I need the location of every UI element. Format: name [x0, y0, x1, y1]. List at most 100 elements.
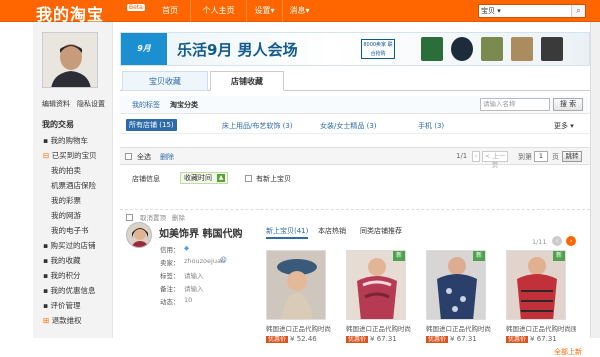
tag-input[interactable]: 请输入: [184, 270, 204, 280]
product-photo-scarf: [347, 251, 405, 319]
sidebar-item-lottery[interactable]: 我的彩票: [51, 195, 81, 206]
shop-search-button[interactable]: 搜 索: [553, 98, 583, 111]
search-icon[interactable]: ⌕: [571, 5, 585, 17]
tab-hot-items[interactable]: 本店热销: [318, 226, 346, 236]
sidebar-item-travel[interactable]: 机票酒店保险: [51, 180, 96, 191]
sidebar-item-cart[interactable]: ▪ 我的购物车: [43, 135, 88, 146]
category-all[interactable]: 所有店铺 (15): [126, 119, 177, 131]
shop-checkbox[interactable]: [126, 214, 133, 221]
sidebar-item-points[interactable]: ▪ 我的积分: [43, 270, 80, 281]
sidebar-item-ebooks[interactable]: 我的电子书: [51, 225, 89, 236]
activity-value: 10: [184, 296, 193, 304]
seller-label: 卖家：: [160, 259, 180, 267]
new-badge: 新: [393, 251, 405, 261]
category-bedding[interactable]: 床上用品/布艺软饰 (3): [222, 121, 293, 131]
sidebar-item-label: 我的购物车: [50, 136, 88, 145]
price-value: ¥ 52.46: [290, 335, 317, 343]
main-content: 9月 乐活9月 男人会场 8000卖家 联合抢购 宝贝收藏 店铺收藏 我的标签 …: [120, 22, 600, 356]
sidebar-item-bought[interactable]: ⊟ 已买到的宝贝: [43, 150, 97, 161]
product-page-indicator: 1/11: [532, 238, 547, 246]
nav-settings[interactable]: 设置▾: [246, 0, 282, 22]
product-price: 优惠价 ¥ 67.31: [506, 334, 557, 343]
prev-page-button[interactable]: < 上一页: [482, 151, 508, 169]
tab-shop-favorites[interactable]: 店铺收藏: [210, 71, 284, 91]
product-image[interactable]: [266, 250, 326, 320]
product-desc[interactable]: 韩国进口正品代购时尚: [426, 323, 496, 333]
sidebar-item-auction[interactable]: 我的拍卖: [51, 165, 81, 176]
shop-name[interactable]: 如美饰界 韩国代购: [159, 225, 242, 240]
subtab-my-tags[interactable]: 我的标签: [132, 100, 160, 110]
sidebar-item-label: 我的收藏: [50, 256, 81, 265]
prev-products-icon[interactable]: ‹: [552, 236, 562, 246]
list-toolbar: 全选 删除 1/1 ‹ < 上一页 到第 1 页 跳转: [120, 147, 590, 169]
tab-new-items[interactable]: 新上宝贝(41): [266, 226, 309, 239]
product-image[interactable]: 新: [426, 250, 486, 320]
seller-name[interactable]: zhouzoejuan: [184, 257, 225, 265]
page-info: 1/1: [456, 152, 468, 160]
search-scope-select[interactable]: 宝贝 ▾: [481, 6, 501, 16]
delete-shop-link[interactable]: 删除: [172, 212, 185, 222]
banner-product-pants-icon: [511, 37, 533, 61]
wangwang-chat-icon[interactable]: ☺: [220, 256, 227, 264]
price-tag-badge: 优惠价: [506, 336, 529, 343]
search-input[interactable]: 宝贝 ▾ ⌕: [478, 4, 586, 18]
category-row: 所有店铺 (15) 床上用品/布艺软饰 (3) 女装/女士精品 (3) 手机 (…: [120, 118, 590, 134]
go-button[interactable]: 跳转: [562, 151, 582, 162]
sidebar-item-favorites[interactable]: ▪ 我的收藏: [43, 255, 80, 266]
banner-product-shoe-icon: [421, 37, 443, 61]
shop-avatar[interactable]: [126, 222, 152, 248]
sidebar-item-shops-bought[interactable]: ▪ 购买过的店铺: [43, 240, 95, 251]
privacy-settings-link[interactable]: 隐私设置: [77, 99, 105, 109]
new-badge: 新: [553, 251, 565, 261]
next-products-icon[interactable]: ›: [566, 236, 576, 246]
category-womens[interactable]: 女装/女士精品 (3): [320, 121, 377, 131]
tab-item-favorites[interactable]: 宝贝收藏: [122, 71, 208, 91]
avatar[interactable]: [42, 32, 98, 88]
delete-link[interactable]: 删除: [160, 152, 174, 162]
product-image[interactable]: 新: [346, 250, 406, 320]
select-all-checkbox[interactable]: [125, 153, 132, 160]
tab-similar-shops[interactable]: 同类店铺推荐: [360, 226, 402, 236]
promo-banner[interactable]: 9月 乐活9月 男人会场 8000卖家 联合抢购: [120, 32, 590, 66]
nav-home[interactable]: 首页: [150, 0, 190, 22]
note-input[interactable]: 请输入: [184, 283, 204, 293]
collapse-icon[interactable]: ⊟: [43, 151, 49, 160]
scrollbar[interactable]: [590, 22, 600, 338]
credit-label: 信用：: [160, 246, 180, 254]
sidebar: 编辑资料 隐私设置 我的交易 ▪ 我的购物车 ⊟ 已买到的宝贝 我的拍卖 机票酒…: [33, 22, 113, 338]
credit-diamond-icon: ◆: [184, 244, 189, 252]
new-badge: 新: [473, 251, 485, 261]
shop-search-input[interactable]: 请输入名称: [480, 98, 550, 111]
activity-label: 动态：: [160, 298, 180, 306]
banner-product-jacket-icon: [541, 37, 563, 61]
nav-profile[interactable]: 个人主页: [190, 0, 246, 22]
all-new-items-link[interactable]: 全部上新: [554, 347, 582, 357]
product-price: 优惠价 ¥ 67.31: [346, 334, 397, 343]
product-desc[interactable]: 韩国进口正品代购时尚: [346, 323, 416, 333]
product-image[interactable]: 新: [506, 250, 566, 320]
sidebar-item-offers[interactable]: ▪ 我的优惠信息: [43, 285, 95, 296]
expand-icon[interactable]: ⊞: [43, 316, 49, 325]
price-tag-badge: 优惠价: [346, 336, 369, 343]
product-photo-scarf: [427, 251, 485, 319]
unpin-link[interactable]: 取消置顶: [140, 212, 166, 222]
nav-messages[interactable]: 消息▾: [282, 0, 316, 22]
page-unit-label: 页: [552, 153, 559, 161]
sort-by-time-button[interactable]: 收藏时间 ▲: [180, 172, 228, 184]
page-number-input[interactable]: 1: [534, 151, 548, 162]
sort-arrow-icon: ▲: [217, 174, 225, 182]
category-more[interactable]: 更多 ▾: [554, 121, 574, 131]
avatar-photo: [43, 33, 97, 87]
sidebar-item-games[interactable]: 我的网游: [51, 210, 81, 221]
search-scope-label: 宝贝: [481, 7, 495, 15]
edit-profile-link[interactable]: 编辑资料: [42, 99, 70, 109]
category-phones[interactable]: 手机 (3): [418, 121, 444, 131]
sidebar-item-refunds[interactable]: ⊞ 退款维权: [43, 315, 82, 326]
subtab-taobao-category[interactable]: 淘宝分类: [170, 100, 198, 110]
sidebar-item-label: 评价管理: [50, 301, 81, 310]
sidebar-item-reviews[interactable]: ▪ 评价管理: [43, 300, 80, 311]
new-items-checkbox[interactable]: [245, 175, 252, 182]
product-desc[interactable]: 韩国进口正品代购时尚围: [506, 323, 576, 333]
product-desc[interactable]: 韩国进口正品代购时尚: [266, 323, 336, 333]
prev-arrow-icon[interactable]: ‹: [472, 151, 480, 162]
